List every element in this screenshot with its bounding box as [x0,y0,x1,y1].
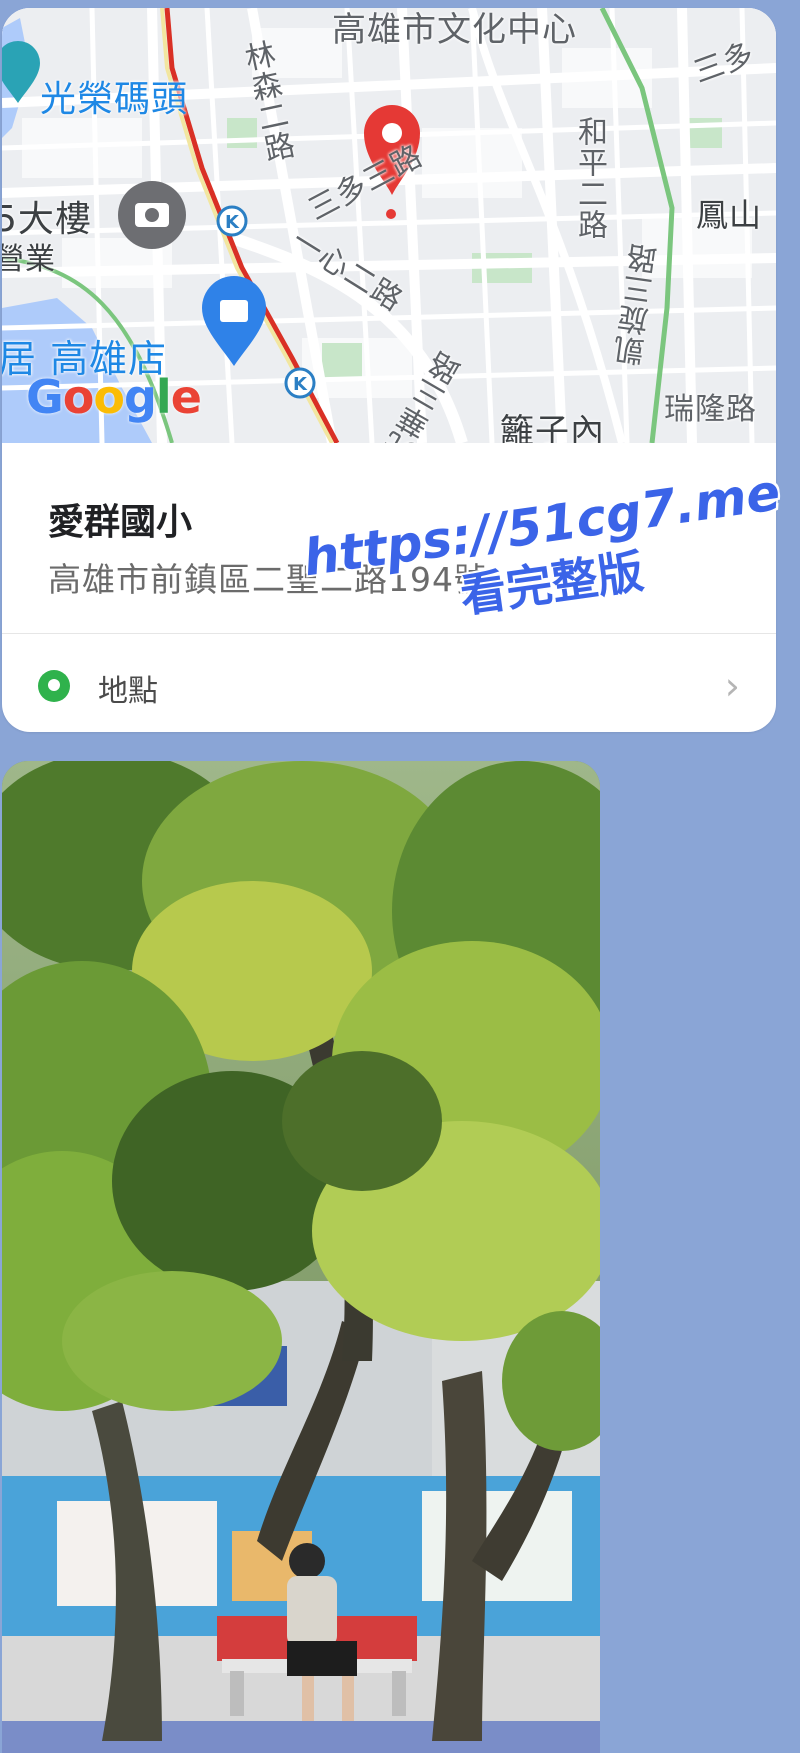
svg-text:K: K [293,374,308,395]
map-label-cultural-center: 高雄市文化中心 [332,10,577,50]
map-label-fengshan: 鳳山 [696,196,763,234]
google-logo: Google [26,370,202,424]
map-label-heping-road: 和平二路 [572,116,607,240]
place-address: 高雄市前鎮區二聖二路194號 [48,560,488,599]
logo-letter: G [26,370,64,424]
map-preview[interactable]: K K 高雄市文化中心 光榮碼頭 5大樓 營業 林森二路 三多三路 一心二路 和… [2,8,776,443]
logo-letter: o [62,370,95,424]
map-label-ruilong-road: 瑞隆路 [664,392,757,427]
place-info: 愛群國小 高雄市前鎮區二聖二路194號 [2,443,776,633]
location-pin-icon [38,670,70,702]
place-name: 愛群國小 [48,502,193,543]
map-label-lizinei: 籬子內 [500,412,605,443]
location-message-card[interactable]: K K 高雄市文化中心 光榮碼頭 5大樓 營業 林森二路 三多三路 一心二路 和… [2,8,776,732]
svg-text:K: K [225,212,240,233]
logo-letter: g [123,370,157,424]
chevron-right-icon[interactable]: › [725,664,740,708]
logo-letter: e [170,370,202,424]
photo-image [2,761,600,1753]
location-footer[interactable]: 地點 › [2,634,776,732]
location-footer-label: 地點 [98,674,158,709]
map-label-business: 營業 [2,242,56,277]
map-label-guangrong-pier: 光榮碼頭 [40,79,189,120]
photo-message[interactable] [2,761,600,1753]
logo-letter: l [155,370,172,424]
logo-letter: o [93,370,125,424]
